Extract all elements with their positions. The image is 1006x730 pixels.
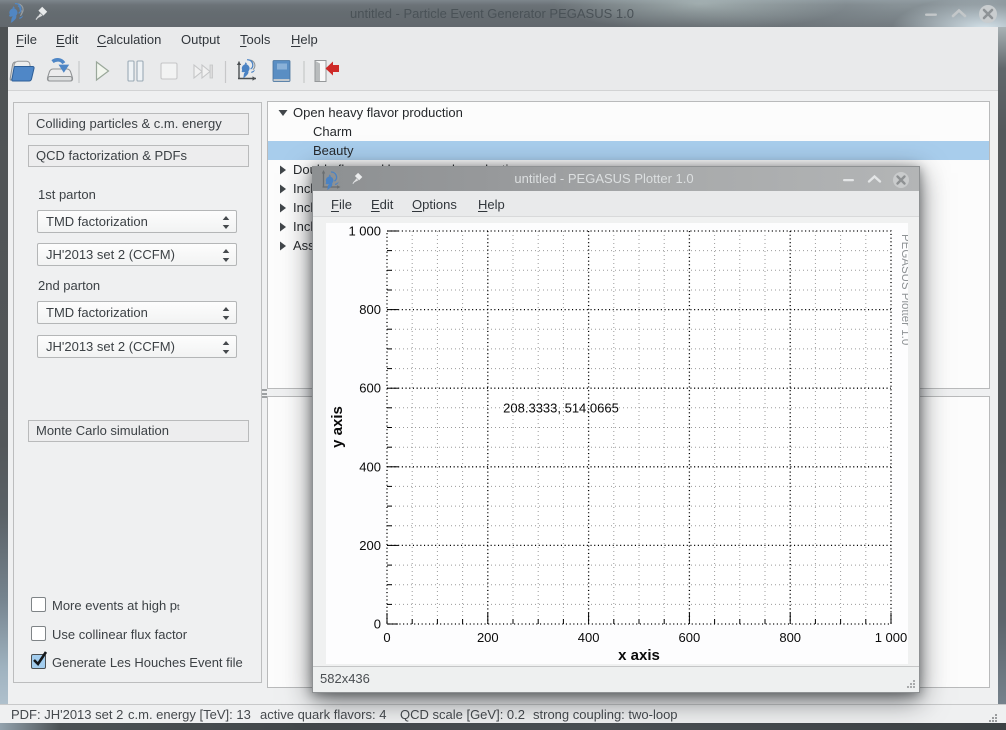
- svg-text:800: 800: [779, 630, 801, 645]
- svg-text:800: 800: [359, 302, 381, 317]
- svg-text:200: 200: [477, 630, 499, 645]
- svg-text:208.3333, 514.0665: 208.3333, 514.0665: [503, 401, 619, 416]
- svg-text:400: 400: [578, 630, 600, 645]
- svg-text:y axis: y axis: [329, 406, 346, 448]
- svg-text:200: 200: [359, 538, 381, 553]
- svg-text:0: 0: [383, 630, 390, 645]
- svg-text:400: 400: [359, 459, 381, 474]
- svg-text:PEGASUS Plotter 1.0: PEGASUS Plotter 1.0: [899, 234, 908, 345]
- svg-text:0: 0: [374, 617, 381, 632]
- svg-text:1 000: 1 000: [348, 224, 381, 239]
- svg-text:1 000: 1 000: [875, 630, 908, 645]
- svg-text:600: 600: [359, 381, 381, 396]
- svg-text:600: 600: [679, 630, 701, 645]
- svg-text:x axis: x axis: [618, 647, 660, 664]
